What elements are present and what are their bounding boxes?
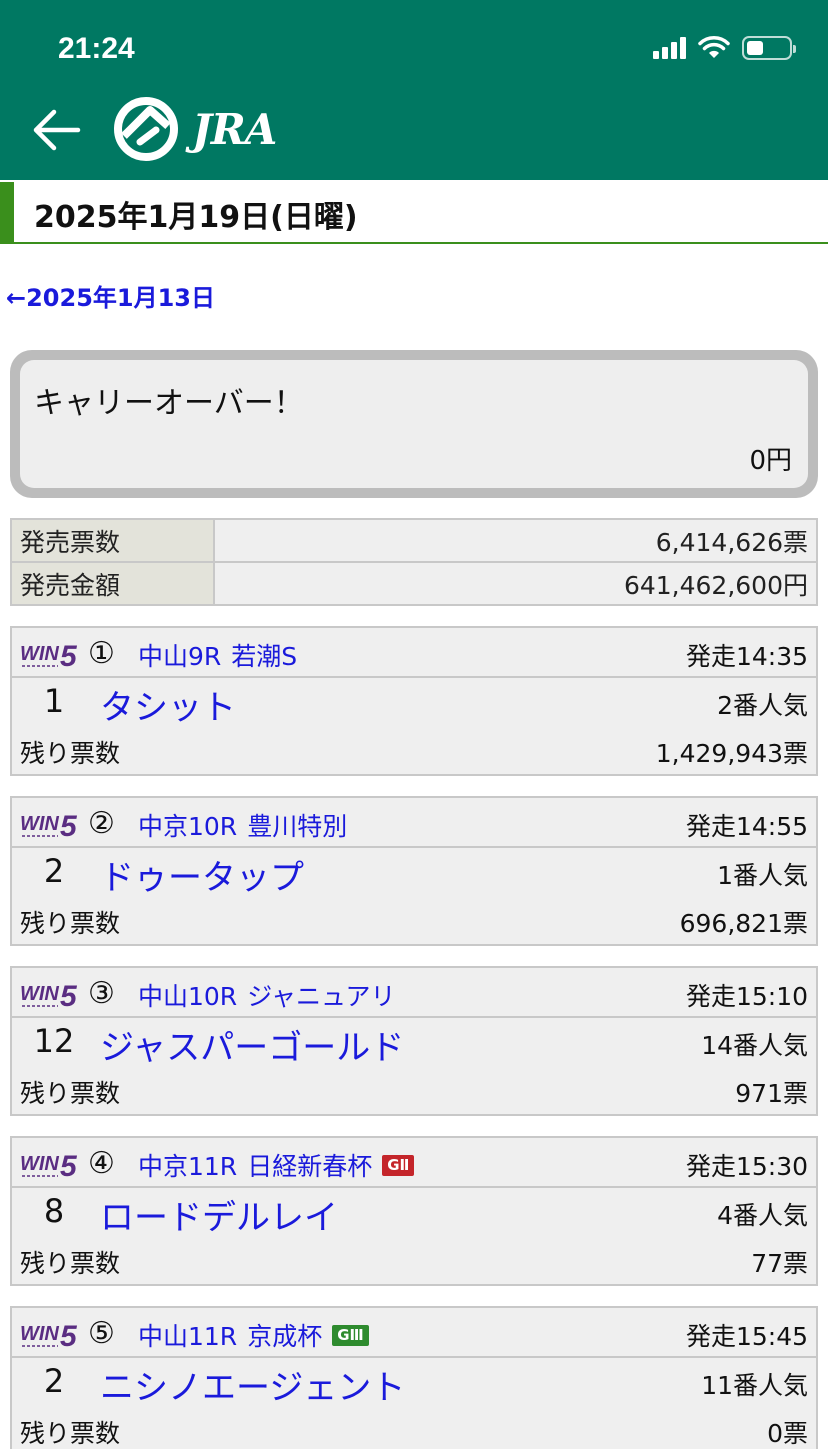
win5-logo-icon: WIN 5 [20,1150,78,1180]
sales-label: 発売票数 [10,518,215,563]
horse-name-link[interactable]: タシット [100,680,236,729]
horse-number: 12 [33,1022,75,1060]
horse-name-link[interactable]: ニシノエージェント [100,1360,405,1409]
horse-name-link[interactable]: ロードデルレイ [100,1190,338,1239]
carryover-title: キャリーオーバー！ [34,386,304,421]
sales-value: 641,462,600円 [213,561,818,606]
race-order-number: ⑤ [88,1316,115,1351]
race-link[interactable]: 中山10R ジャニュアリ [138,977,395,1013]
battery-icon [742,36,796,60]
horse-name-link[interactable]: ジャスパーゴールド [100,1020,404,1069]
race-venue: 中京11R [138,1152,238,1181]
status-icons [653,36,796,60]
jra-emblem-icon [114,97,178,161]
horse-number: 2 [43,1362,65,1400]
table-row: 発売金額 641,462,600円 [10,561,818,606]
horse-number: 1 [43,682,65,720]
race-venue: 中京10R [138,812,238,841]
start-time: 発走14:55 [685,812,808,841]
svg-text:5: 5 [60,980,78,1010]
wifi-icon [698,36,730,58]
carryover-amount: 0円 [749,446,792,476]
win5-logo-icon: WIN 5 [20,1320,78,1350]
win5-logo-icon: WIN 5 [20,640,78,670]
sales-label: 発売金額 [10,561,215,606]
svg-text:5: 5 [60,640,78,670]
date-header: 2025年1月19日(日曜) [0,180,828,244]
race-venue: 中山9R [138,642,222,671]
remaining-votes: 0票 [767,1419,808,1448]
remaining-label: 残り票数 [20,739,121,768]
race-title: 京成杯 [247,1322,323,1351]
remaining-votes: 696,821票 [679,909,808,938]
win5-race-card: WIN 5 ④ 中京11R 日経新春杯 GⅡ 発走15:30 8 ロードデルレイ 4… [10,1136,818,1286]
race-venue: 中山11R [138,1322,238,1351]
win5-logo-icon: WIN 5 [20,980,78,1010]
race-title: 若潮S [231,642,298,671]
svg-text:5: 5 [60,1150,78,1180]
win5-logo-icon: WIN 5 [20,810,78,840]
app-header: 21:24 JRA [0,0,828,180]
back-arrow-icon[interactable] [30,106,82,154]
svg-text:WIN: WIN [20,813,59,835]
race-link[interactable]: 中山9R 若潮S [138,637,297,673]
remaining-votes: 971票 [735,1079,808,1108]
race-title: 日経新春杯 [247,1152,373,1181]
carryover-box: キャリーオーバー！ 0円 [10,350,818,498]
page-title: 2025年1月19日(日曜) [34,200,358,235]
remaining-label: 残り票数 [20,1419,121,1448]
grade-badge: GⅢ [332,1324,369,1346]
previous-date-link[interactable]: ←2025年1月13日 [6,278,215,313]
status-time: 21:24 [58,32,135,65]
win5-race-card: WIN 5 ① 中山9R 若潮S 発走14:35 1 タシット 2番人気 残り票数… [10,626,818,776]
race-link[interactable]: 中山11R 京成杯 GⅢ [138,1317,369,1353]
race-link[interactable]: 中京10R 豊川特別 [138,807,347,843]
logo-text: JRA [192,104,277,154]
start-time: 発走14:35 [685,642,808,671]
horse-name-link[interactable]: ドゥータップ [100,850,304,899]
sales-value: 6,414,626票 [213,518,818,563]
remaining-votes: 77票 [751,1249,808,1278]
remaining-label: 残り票数 [20,1249,121,1278]
race-venue: 中山10R [138,982,238,1011]
remaining-label: 残り票数 [20,1079,121,1108]
race-order-number: ① [88,636,115,671]
race-order-number: ② [88,806,115,841]
remaining-label: 残り票数 [20,909,121,938]
horse-number: 2 [43,852,65,890]
win5-race-card: WIN 5 ⑤ 中山11R 京成杯 GⅢ 発走15:45 2 ニシノエージェント 1… [10,1306,818,1449]
svg-text:WIN: WIN [20,1323,59,1345]
start-time: 発走15:30 [685,1152,808,1181]
svg-text:5: 5 [60,810,78,840]
remaining-votes: 1,429,943票 [655,739,808,768]
svg-text:WIN: WIN [20,1153,59,1175]
win5-race-card: WIN 5 ② 中京10R 豊川特別 発走14:55 2 ドゥータップ 1番人気 … [10,796,818,946]
cellular-signal-icon [653,37,686,59]
date-header-accent [0,182,14,244]
start-time: 発走15:10 [685,982,808,1011]
race-title: ジャニュアリ [247,982,396,1011]
popularity: 14番人気 [701,1031,808,1060]
race-link[interactable]: 中京11R 日経新春杯 GⅡ [138,1147,415,1183]
sales-table: 発売票数 6,414,626票 発売金額 641,462,600円 [10,518,818,606]
race-order-number: ③ [88,976,115,1011]
race-title: 豊川特別 [247,812,348,841]
svg-text:WIN: WIN [20,983,59,1005]
popularity: 4番人気 [717,1201,808,1230]
popularity: 1番人気 [717,861,808,890]
jra-logo[interactable]: JRA [110,96,277,162]
svg-text:5: 5 [60,1320,78,1350]
svg-text:WIN: WIN [20,643,59,665]
table-row: 発売票数 6,414,626票 [10,518,818,563]
win5-race-card: WIN 5 ③ 中山10R ジャニュアリ 発走15:10 12 ジャスパーゴールド… [10,966,818,1116]
start-time: 発走15:45 [685,1322,808,1351]
popularity: 11番人気 [701,1371,808,1400]
race-order-number: ④ [88,1146,115,1181]
grade-badge: GⅡ [382,1154,415,1176]
horse-number: 8 [43,1192,65,1230]
popularity: 2番人気 [717,691,808,720]
